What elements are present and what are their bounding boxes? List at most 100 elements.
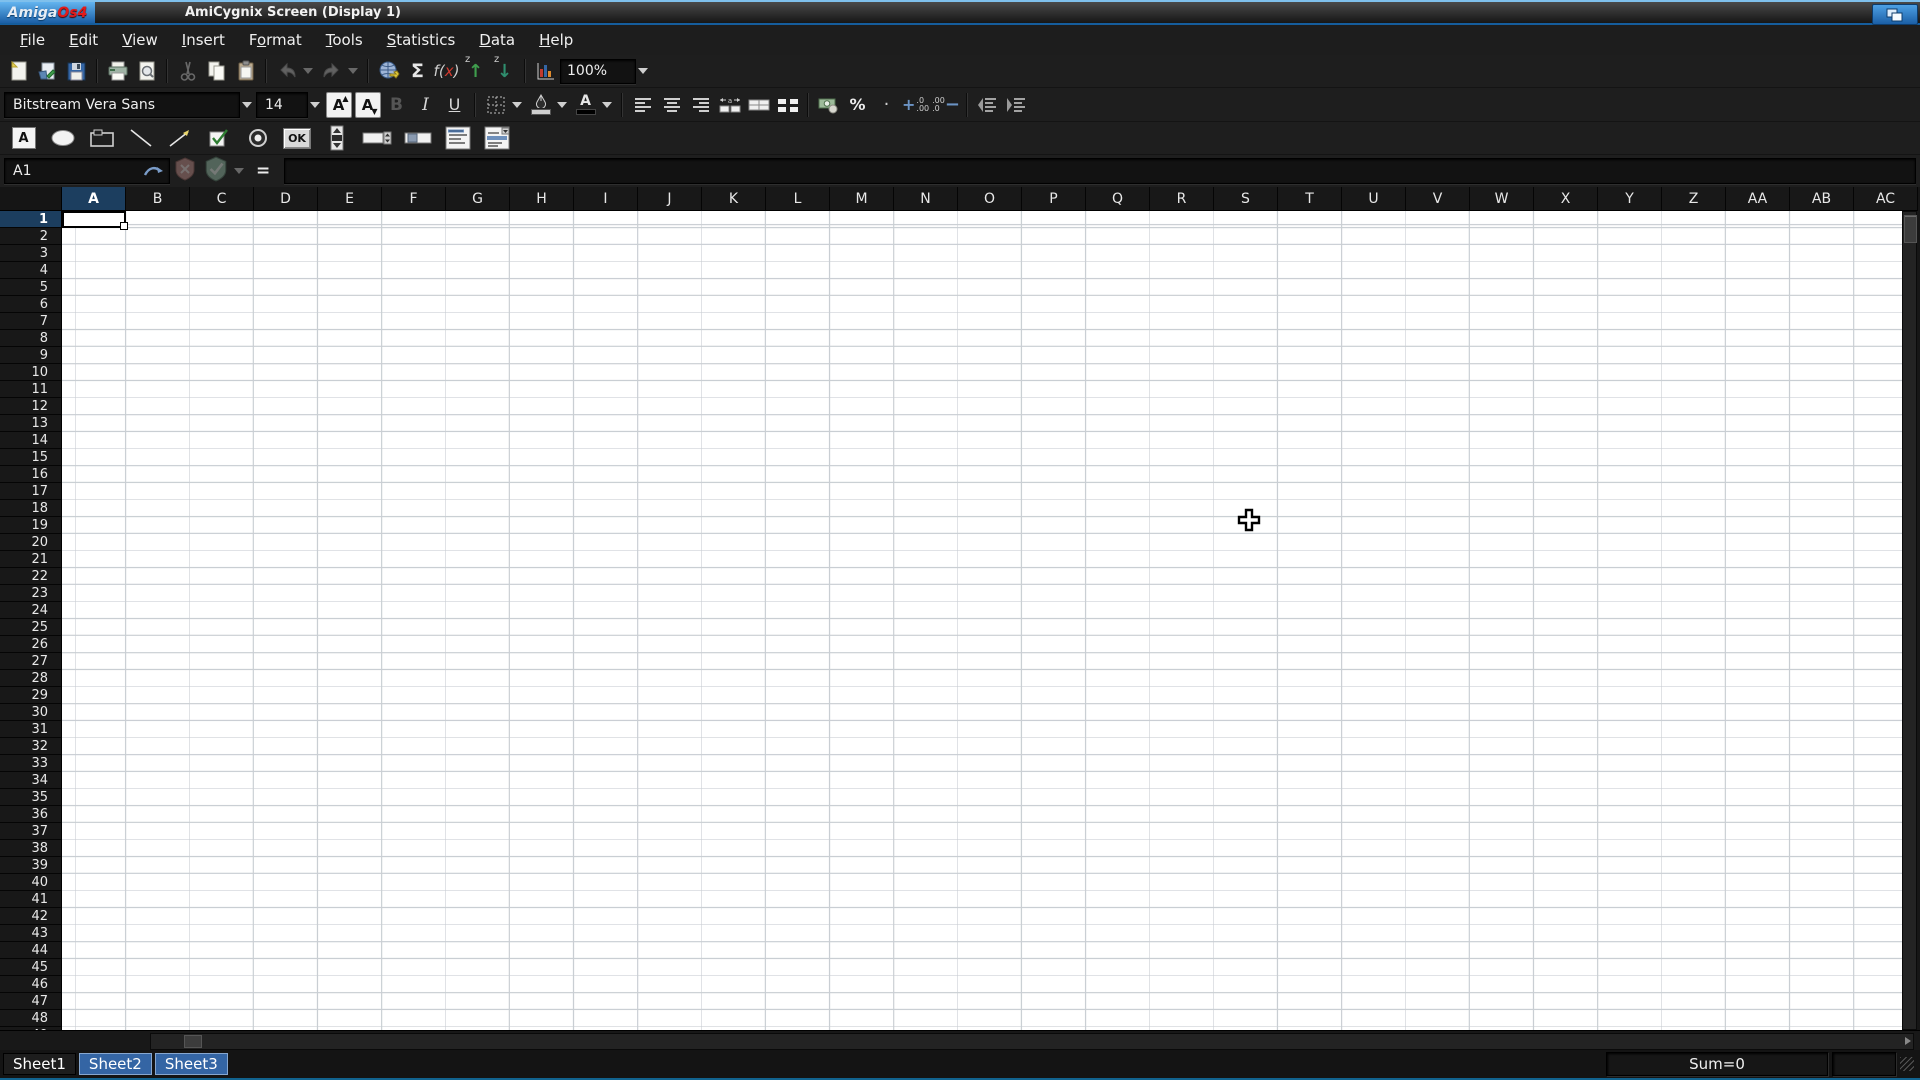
font-size-dropdown[interactable] [308,91,322,118]
row-header-16[interactable]: 16 [0,466,62,483]
column-header-Y[interactable]: Y [1598,187,1662,211]
resize-grip-icon[interactable] [1900,1057,1914,1071]
column-header-T[interactable]: T [1278,187,1342,211]
column-header-O[interactable]: O [958,187,1022,211]
bold-button[interactable]: B [383,91,410,118]
row-header-39[interactable]: 39 [0,857,62,874]
insert-slider-button[interactable] [404,125,432,152]
copy-button[interactable] [203,58,230,85]
row-header-10[interactable]: 10 [0,364,62,381]
row-header-30[interactable]: 30 [0,704,62,721]
row-header-25[interactable]: 25 [0,619,62,636]
row-header-17[interactable]: 17 [0,483,62,500]
menu-view[interactable]: View [110,28,170,52]
zoom-dropdown[interactable] [636,58,650,85]
row-header-37[interactable]: 37 [0,823,62,840]
italic-button[interactable]: I [412,91,439,118]
row-header-33[interactable]: 33 [0,755,62,772]
borders-button[interactable] [482,91,509,118]
insert-line-button[interactable] [127,125,154,152]
background-color-button[interactable] [527,91,554,118]
column-header-K[interactable]: K [702,187,766,211]
row-header-14[interactable]: 14 [0,432,62,449]
paste-button[interactable] [232,58,259,85]
selection-fill-handle[interactable] [120,222,128,230]
increase-indent-button[interactable] [1003,91,1030,118]
insert-radio-button-button[interactable] [244,125,271,152]
split-cells-button[interactable] [774,91,801,118]
insert-checkbox-button[interactable] [205,125,232,152]
row-header-42[interactable]: 42 [0,908,62,925]
sum-button[interactable]: Σ [404,58,431,85]
horizontal-scrollbar-thumb[interactable] [184,1035,202,1048]
row-header-12[interactable]: 12 [0,398,62,415]
zoom-input[interactable]: 100% [560,58,636,84]
row-header-24[interactable]: 24 [0,602,62,619]
row-header-23[interactable]: 23 [0,585,62,602]
insert-frame-button[interactable] [88,125,115,152]
insert-combobox-button[interactable] [483,125,510,152]
insert-scrollbar-button[interactable] [362,125,392,152]
menu-data[interactable]: Data [467,28,527,52]
align-right-button[interactable] [687,91,714,118]
vertical-scrollbar[interactable] [1902,211,1917,1030]
font-color-dropdown[interactable] [600,91,614,118]
column-header-G[interactable]: G [446,187,510,211]
row-header-48[interactable]: 48 [0,1010,62,1027]
row-header-19[interactable]: 19 [0,517,62,534]
select-all-corner[interactable] [0,187,62,211]
row-header-8[interactable]: 8 [0,330,62,347]
column-header-X[interactable]: X [1534,187,1598,211]
scroll-right-arrow-icon[interactable] [1905,1037,1911,1045]
borders-dropdown[interactable] [510,91,524,118]
insert-ellipse-button[interactable] [49,125,76,152]
column-header-M[interactable]: M [830,187,894,211]
column-header-AB[interactable]: AB [1790,187,1854,211]
sheet-tab-sheet3[interactable]: Sheet3 [154,1053,228,1075]
column-header-L[interactable]: L [766,187,830,211]
column-header-AC[interactable]: AC [1854,187,1918,211]
row-header-46[interactable]: 46 [0,976,62,993]
column-header-R[interactable]: R [1150,187,1214,211]
title-bar[interactable]: Amiga Os4 AmiCygnix Screen (Display 1) [0,0,1920,25]
row-header-35[interactable]: 35 [0,789,62,806]
row-header-44[interactable]: 44 [0,942,62,959]
print-button[interactable] [104,58,131,85]
cut-button[interactable] [174,58,201,85]
new-document-button[interactable] [5,58,32,85]
horizontal-scrollbar[interactable] [150,1033,1914,1050]
row-header-43[interactable]: 43 [0,925,62,942]
menu-tools[interactable]: Tools [314,28,375,52]
column-header-A[interactable]: A [62,187,126,211]
column-header-J[interactable]: J [638,187,702,211]
column-header-D[interactable]: D [254,187,318,211]
row-header-4[interactable]: 4 [0,262,62,279]
column-header-S[interactable]: S [1214,187,1278,211]
menu-insert[interactable]: Insert [170,28,237,52]
edit-function-button[interactable]: f(x) [433,58,460,85]
insert-spinbutton-button[interactable] [323,125,350,152]
vertical-scrollbar-thumb[interactable] [1904,215,1917,243]
row-header-34[interactable]: 34 [0,772,62,789]
insert-hyperlink-button[interactable] [375,58,402,85]
column-header-N[interactable]: N [894,187,958,211]
column-header-Q[interactable]: Q [1086,187,1150,211]
column-header-W[interactable]: W [1470,187,1534,211]
format-money-button[interactable] [815,91,842,118]
row-header-13[interactable]: 13 [0,415,62,432]
row-header-31[interactable]: 31 [0,721,62,738]
column-header-Z[interactable]: Z [1662,187,1726,211]
row-header-21[interactable]: 21 [0,551,62,568]
column-header-AA[interactable]: AA [1726,187,1790,211]
column-header-V[interactable]: V [1406,187,1470,211]
cell-name-box[interactable]: A1 [4,158,170,184]
row-header-9[interactable]: 9 [0,347,62,364]
row-header-40[interactable]: 40 [0,874,62,891]
screen-depth-gadget[interactable] [1872,4,1918,25]
menu-format[interactable]: Format [237,28,314,52]
enter-formula-button[interactable]: = [256,161,270,181]
increase-font-button[interactable]: A ▲ [325,91,352,118]
redo-button[interactable] [318,58,345,85]
redo-dropdown[interactable] [346,58,360,85]
column-header-B[interactable]: B [126,187,190,211]
